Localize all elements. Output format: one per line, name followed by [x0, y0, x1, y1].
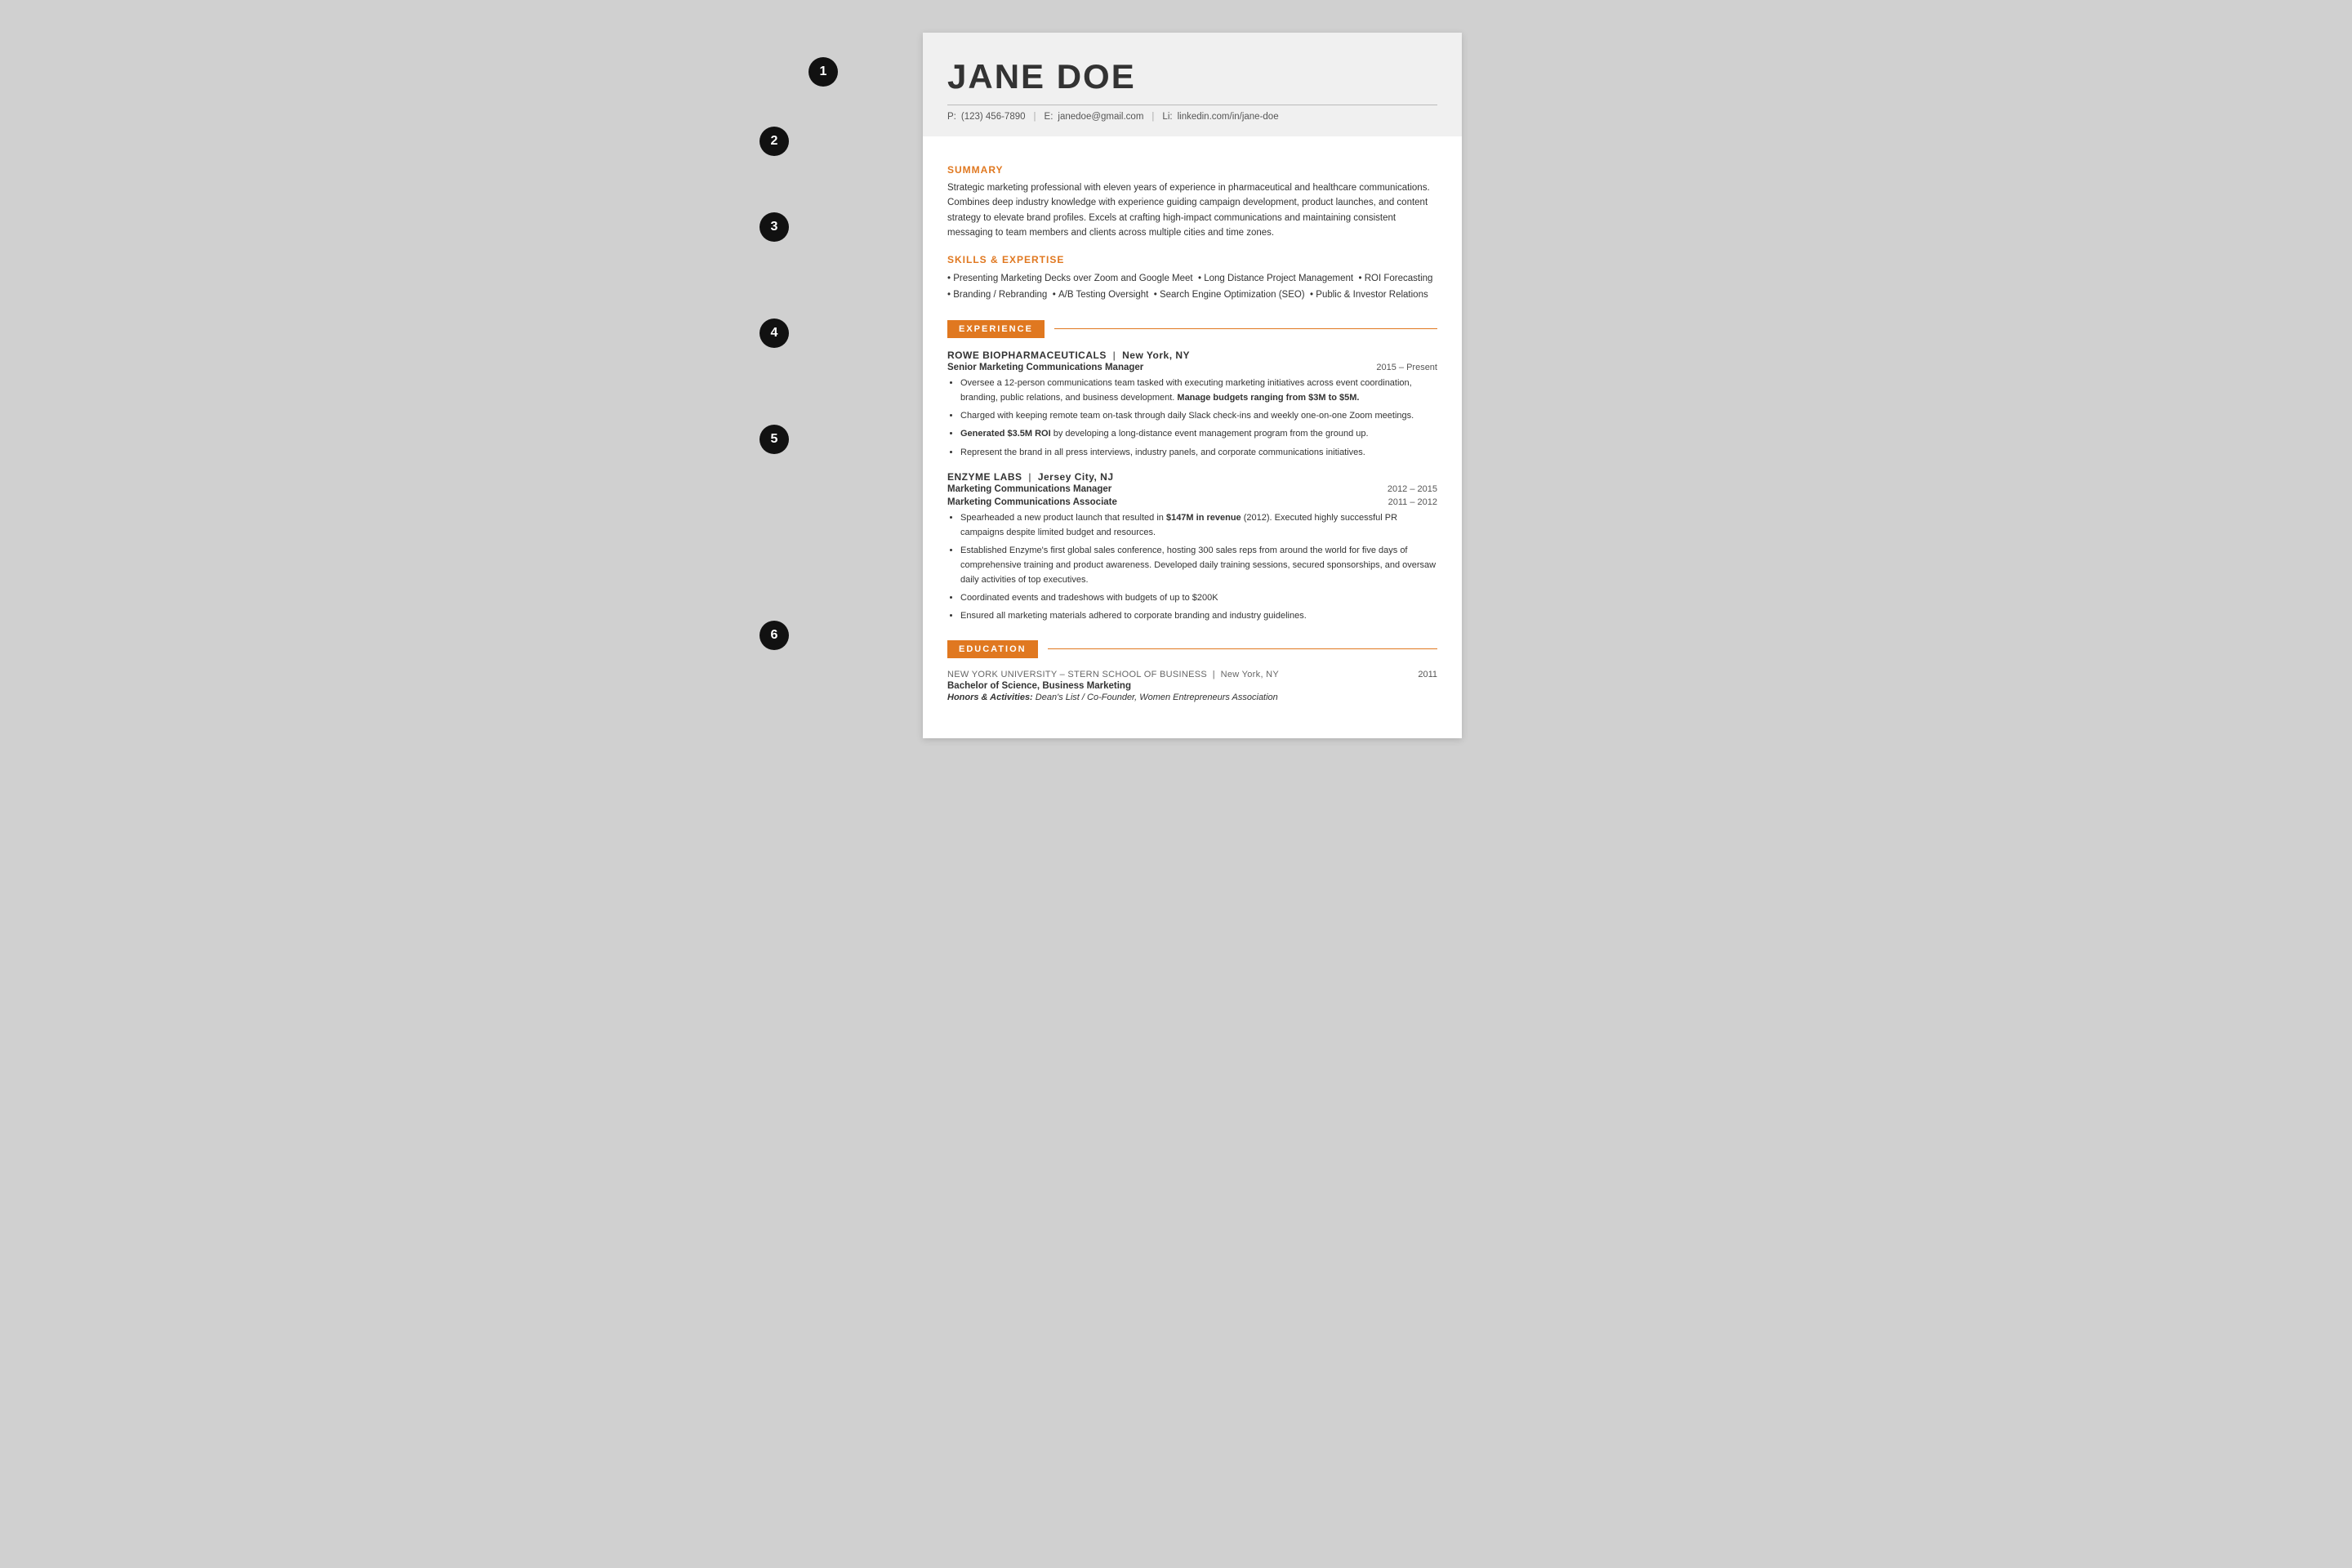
company-name-enzyme: ENZYME LABS: [947, 471, 1022, 483]
separator-1: |: [1034, 112, 1036, 122]
edu-school-name: NEW YORK UNIVERSITY – STERN SCHOOL OF BU…: [947, 670, 1279, 679]
annotation-5: 5: [760, 425, 789, 454]
bullet-rowe-4: Represent the brand in all press intervi…: [960, 445, 1437, 460]
job-role-row-enzyme-1: Marketing Communications Manager 2012 – …: [947, 484, 1437, 494]
skills-list: • Presenting Marketing Decks over Zoom a…: [947, 270, 1437, 304]
skills-row-2: • Branding / Rebranding • A/B Testing Ov…: [947, 287, 1437, 304]
skills-heading: SKILLS & EXPERTISE: [947, 254, 1437, 265]
skill-2: Long Distance Project Management: [1204, 274, 1353, 283]
candidate-name: JANE DOE: [947, 57, 1437, 96]
experience-label: EXPERIENCE: [947, 320, 1045, 338]
bullet-rowe-1: Oversee a 12-person communications team …: [960, 376, 1437, 405]
linkedin-url: linkedin.com/in/jane-doe: [1178, 112, 1279, 122]
edu-honors: Honors & Activities: Dean's List / Co-Fo…: [947, 693, 1437, 702]
job-entry-enzyme: ENZYME LABS | Jersey City, NJ Marketing …: [947, 471, 1437, 624]
job-title-enzyme-2: Marketing Communications Associate: [947, 497, 1117, 507]
annotation-1: 1: [808, 57, 838, 87]
summary-text: Strategic marketing professional with el…: [947, 180, 1437, 241]
job-role-row-enzyme-2: Marketing Communications Associate 2011 …: [947, 497, 1437, 507]
resume-document: JANE DOE P: (123) 456-7890 | E: janedoe@…: [923, 33, 1462, 738]
bullet-rowe-2: Charged with keeping remote team on-task…: [960, 408, 1437, 423]
separator-2: |: [1152, 112, 1154, 122]
job-dates-enzyme-2: 2011 – 2012: [1388, 497, 1437, 507]
bullet-rowe-3: Generated $3.5M ROI by developing a long…: [960, 426, 1437, 441]
education-section-bar: EDUCATION: [947, 640, 1437, 658]
annotation-6: 6: [760, 621, 789, 650]
education-entry: NEW YORK UNIVERSITY – STERN SCHOOL OF BU…: [947, 670, 1437, 702]
job-entry-rowe: ROWE BIOPHARMACEUTICALS | New York, NY S…: [947, 350, 1437, 460]
experience-section-bar: EXPERIENCE: [947, 320, 1437, 338]
annotation-3: 3: [760, 212, 789, 242]
phone-number: (123) 456-7890: [961, 112, 1026, 122]
company-location-enzyme: Jersey City, NJ: [1038, 471, 1114, 483]
annotation-4: 4: [760, 318, 789, 348]
resume-header: JANE DOE P: (123) 456-7890 | E: janedoe@…: [923, 33, 1462, 136]
job-bullets-enzyme: Spearheaded a new product launch that re…: [947, 510, 1437, 624]
job-title-enzyme-1: Marketing Communications Manager: [947, 484, 1111, 494]
skill-4: Branding / Rebranding: [953, 290, 1047, 300]
skill-6: Search Engine Optimization (SEO): [1160, 290, 1305, 300]
skill-1: Presenting Marketing Decks over Zoom and…: [953, 274, 1192, 283]
skill-7: Public & Investor Relations: [1316, 290, 1428, 300]
job-bullets-rowe: Oversee a 12-person communications team …: [947, 376, 1437, 460]
email-address: janedoe@gmail.com: [1058, 112, 1143, 122]
job-dates-rowe: 2015 – Present: [1376, 363, 1437, 372]
job-company-rowe: ROWE BIOPHARMACEUTICALS | New York, NY: [947, 350, 1437, 361]
company-location-rowe: New York, NY: [1122, 350, 1190, 361]
skill-5: A/B Testing Oversight: [1058, 290, 1148, 300]
bullet-enzyme-3: Coordinated events and tradeshows with b…: [960, 590, 1437, 605]
education-line: [1048, 648, 1437, 649]
page-wrapper: 1 2 3 4 5 6 JANE DOE P: (123) 456-7890 |…: [890, 33, 1462, 738]
job-title-rowe: Senior Marketing Communications Manager: [947, 363, 1143, 372]
bullet-enzyme-2: Established Enzyme's first global sales …: [960, 543, 1437, 587]
job-role-row-rowe: Senior Marketing Communications Manager …: [947, 363, 1437, 372]
job-company-enzyme: ENZYME LABS | Jersey City, NJ: [947, 471, 1437, 483]
education-label: EDUCATION: [947, 640, 1038, 658]
contact-info: P: (123) 456-7890 | E: janedoe@gmail.com…: [947, 105, 1437, 122]
company-name-rowe: ROWE BIOPHARMACEUTICALS: [947, 350, 1107, 361]
linkedin-label: Li:: [1162, 112, 1172, 122]
email-label: E:: [1045, 112, 1054, 122]
edu-school-row: NEW YORK UNIVERSITY – STERN SCHOOL OF BU…: [947, 670, 1437, 679]
job-dates-enzyme-1: 2012 – 2015: [1388, 484, 1437, 494]
bullet-enzyme-1: Spearheaded a new product launch that re…: [960, 510, 1437, 540]
bullet-enzyme-4: Ensured all marketing materials adhered …: [960, 608, 1437, 623]
annotation-2: 2: [760, 127, 789, 156]
edu-degree: Bachelor of Science, Business Marketing: [947, 681, 1437, 691]
skill-3: ROI Forecasting: [1365, 274, 1433, 283]
experience-line: [1054, 328, 1437, 329]
resume-body: SUMMARY Strategic marketing professional…: [923, 136, 1462, 738]
edu-year: 2011: [1418, 670, 1437, 679]
summary-heading: SUMMARY: [947, 164, 1437, 176]
skills-row-1: • Presenting Marketing Decks over Zoom a…: [947, 270, 1437, 287]
phone-label: P:: [947, 112, 956, 122]
